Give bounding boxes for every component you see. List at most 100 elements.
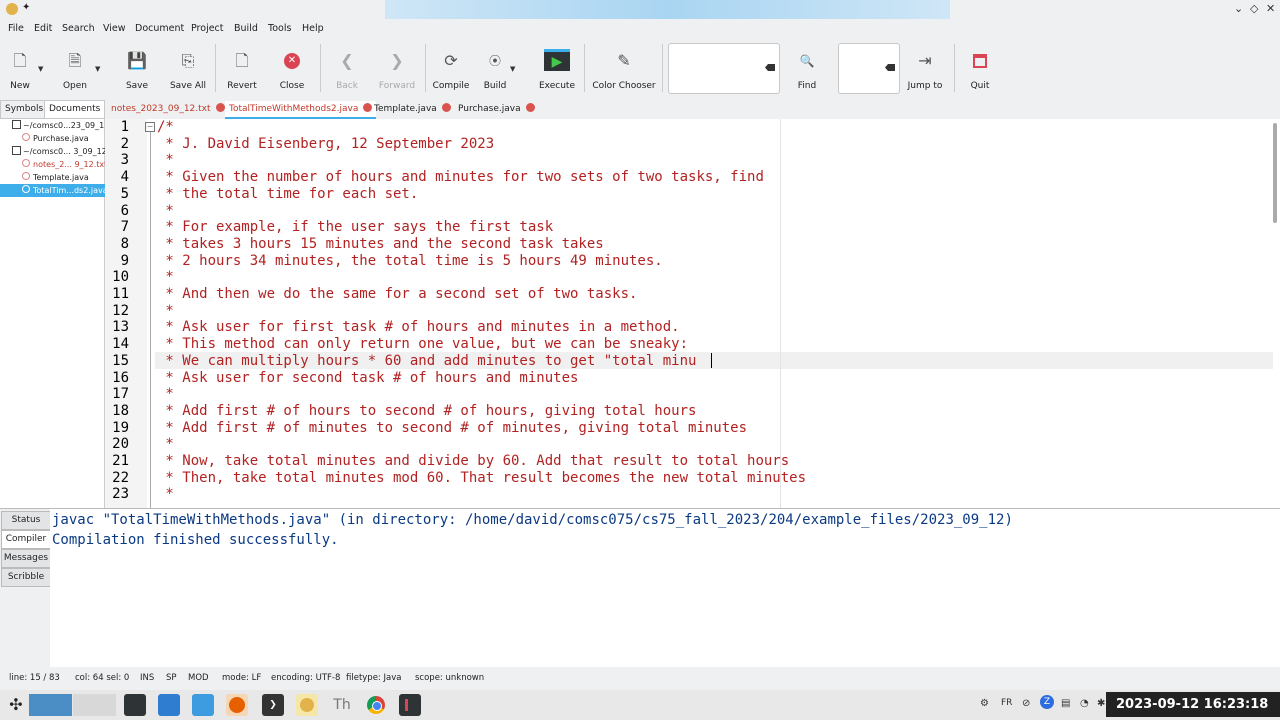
menu-tools[interactable]: Tools xyxy=(268,23,291,34)
panel-tab-scribble[interactable]: Scribble xyxy=(1,568,51,587)
panel-tab-messages[interactable]: Messages xyxy=(1,549,51,568)
save-all-button[interactable]: ⎘ Save All xyxy=(167,40,209,96)
clipboard-icon[interactable]: ▤ xyxy=(1061,698,1070,709)
settings-icon[interactable]: ⚙ xyxy=(980,698,989,709)
doc-tab-purchase[interactable]: Purchase.java xyxy=(458,101,535,117)
build-button[interactable]: ⦿ Build xyxy=(480,40,510,96)
tree-folder[interactable]: ~/comsc0...23_09_11 xyxy=(0,119,116,132)
tab-documents[interactable]: Documents xyxy=(44,100,106,119)
zoom-icon[interactable]: Z xyxy=(1040,695,1054,709)
clear-search-icon[interactable] xyxy=(765,64,775,71)
file-manager-icon[interactable] xyxy=(192,694,214,716)
volume-icon[interactable]: ◔ xyxy=(1080,698,1089,709)
file-icon xyxy=(22,159,30,167)
geany-taskbar-icon[interactable] xyxy=(296,694,318,716)
compiler-output[interactable]: javac "TotalTimeWithMethods.java" (in di… xyxy=(50,509,1280,667)
virtual-desktop-1[interactable] xyxy=(29,694,72,716)
quit-button[interactable]: Quit xyxy=(962,40,998,96)
menu-project[interactable]: Project xyxy=(191,23,224,34)
app-launcher-icon[interactable]: ✣ xyxy=(5,694,27,716)
jump-to-line-input[interactable] xyxy=(838,43,900,94)
save-button[interactable]: 💾 Save xyxy=(120,40,154,96)
close-red-icon: ✕ xyxy=(284,53,300,69)
search-input[interactable] xyxy=(668,43,780,94)
menu-file[interactable]: File xyxy=(8,23,24,34)
search-icon: 🔍 xyxy=(799,54,815,68)
save-all-icon: ⎘ xyxy=(181,51,195,70)
doc-tab-notes[interactable]: notes_2023_09_12.txt xyxy=(111,101,225,117)
menu-view[interactable]: View xyxy=(103,23,126,34)
keyboard-layout[interactable]: FR xyxy=(1001,698,1012,708)
open-button[interactable]: 🗎 Open xyxy=(56,40,94,96)
jump-to-button[interactable]: ⇥ Jump to xyxy=(904,40,946,96)
new-button[interactable]: 🗋 New xyxy=(2,40,38,96)
revert-button[interactable]: 🗋 Revert xyxy=(223,40,261,96)
menu-edit[interactable]: Edit xyxy=(34,23,52,34)
code-line: * And then we do the same for a second s… xyxy=(157,286,638,302)
line-number: 23 xyxy=(112,486,129,503)
dropdown-arrow-icon: ▼ xyxy=(38,65,44,73)
menu-help[interactable]: Help xyxy=(302,23,324,34)
line-number: 18 xyxy=(112,402,129,419)
virtual-desktop-2[interactable] xyxy=(73,694,116,716)
vertical-scrollbar[interactable] xyxy=(1273,123,1277,223)
code-line: * xyxy=(157,302,174,319)
menu-document[interactable]: Document xyxy=(135,23,184,34)
line-number: 11 xyxy=(112,286,129,302)
close-window-icon[interactable]: ✕ xyxy=(1266,2,1275,15)
code-line: * Then, take total minutes mod 60. That … xyxy=(157,469,807,486)
sync-icon[interactable]: ⊘ xyxy=(1022,698,1030,709)
code-line: * 2 hours 34 minutes, the total time is … xyxy=(157,252,663,269)
code-line: /* xyxy=(157,119,174,135)
status-sp: SP xyxy=(166,673,177,683)
line-number: 21 xyxy=(112,453,129,469)
message-panel: Status Compiler Messages Scribble javac … xyxy=(0,508,1280,667)
line-number: 15 xyxy=(112,352,129,369)
code-editor[interactable]: − 1 2 3 4 5 6 7 8 9 10 11 12 13 14 15 16 17 18 19 20 21 22 23/… xyxy=(105,119,1280,508)
close-tab-icon[interactable] xyxy=(215,103,225,112)
forward-button[interactable]: ❯ Forward xyxy=(377,40,417,96)
save-icon: 💾 xyxy=(127,51,147,70)
fold-toggle-icon[interactable]: − xyxy=(145,122,155,132)
chrome-icon[interactable] xyxy=(365,694,387,716)
close-tab-icon[interactable] xyxy=(525,103,535,112)
pin-icon[interactable]: ✦ xyxy=(22,2,30,13)
close-button[interactable]: ✕ Close xyxy=(274,40,310,96)
build-dropdown[interactable]: ▼ xyxy=(510,40,524,96)
menu-build[interactable]: Build xyxy=(234,23,258,34)
doc-tab-totaltime[interactable]: TotalTimeWithMethods2.java xyxy=(225,101,377,119)
menu-search[interactable]: Search xyxy=(62,23,95,34)
back-button[interactable]: ❮ Back xyxy=(330,40,364,96)
clock[interactable]: 2023-09-12 16:23:18 xyxy=(1106,692,1280,717)
line-number: 1 xyxy=(120,119,129,135)
close-tab-icon[interactable] xyxy=(363,103,373,112)
doc-tab-template[interactable]: Template.java xyxy=(374,101,451,117)
new-dropdown[interactable]: ▼ xyxy=(38,40,52,96)
minimize-icon[interactable]: ⌄ xyxy=(1234,2,1243,15)
clear-line-icon[interactable] xyxy=(885,64,895,71)
line-number: 10 xyxy=(112,269,129,286)
tab-symbols[interactable]: Symbols xyxy=(0,100,49,119)
tab-row: Symbols Documents notes_2023_09_12.txt T… xyxy=(0,99,1280,119)
find-button[interactable]: 🔍 Find xyxy=(792,40,822,96)
panel-tab-status[interactable]: Status xyxy=(1,511,51,530)
typesetting-app-icon[interactable]: Th xyxy=(331,694,353,716)
firefox-icon[interactable] xyxy=(226,694,248,716)
close-tab-icon[interactable] xyxy=(441,103,451,112)
console-icon[interactable]: ❯ xyxy=(262,694,284,716)
code-line: * Add first # of minutes to second # of … xyxy=(157,419,748,436)
execute-button[interactable]: ▶ Execute xyxy=(536,40,578,96)
recorder-app-icon[interactable] xyxy=(399,694,421,716)
maximize-icon[interactable]: ◇ xyxy=(1250,2,1258,15)
compile-button[interactable]: ⟳ Compile xyxy=(432,40,470,96)
open-dropdown[interactable]: ▼ xyxy=(95,40,109,96)
fold-guide xyxy=(150,132,151,508)
terminal-app-icon[interactable] xyxy=(124,694,146,716)
tree-folder[interactable]: ~/comsc0... 3_09_12 xyxy=(0,145,116,158)
menu-bar: File Edit Search View Document Project B… xyxy=(0,19,1280,39)
file-icon xyxy=(22,133,30,141)
package-manager-icon[interactable] xyxy=(158,694,180,716)
panel-tab-compiler[interactable]: Compiler xyxy=(1,530,51,549)
color-chooser-button[interactable]: ✎ Color Chooser xyxy=(592,40,656,96)
bluetooth-icon[interactable]: ✱ xyxy=(1097,698,1105,709)
